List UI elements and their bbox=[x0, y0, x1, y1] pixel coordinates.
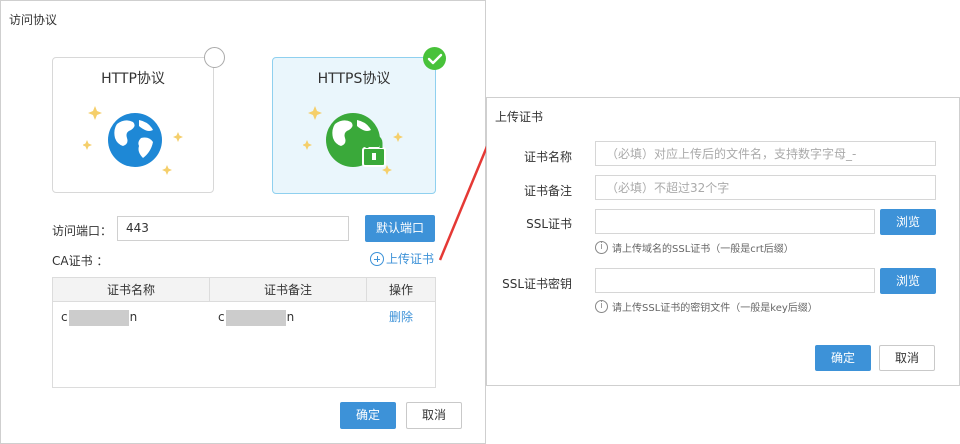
globe-icon bbox=[83, 106, 183, 175]
cert-table: 证书名称 证书备注 操作 cn cn 删除 bbox=[52, 277, 436, 388]
ca-cert-label: CA证书 ： bbox=[52, 254, 109, 268]
upload-cert-link[interactable]: 上传证书 bbox=[370, 250, 434, 267]
info-icon: i bbox=[595, 241, 608, 254]
redacted-block bbox=[68, 309, 129, 326]
https-selected-check-icon[interactable] bbox=[423, 47, 446, 70]
upload-cert-label: 上传证书 bbox=[386, 252, 435, 266]
http-protocol-card[interactable]: HTTP协议 bbox=[52, 57, 214, 193]
ssl-key-hint: i 请上传SSL证书的密钥文件（一般是key后缀） bbox=[595, 299, 818, 314]
cancel-button[interactable]: 取消 bbox=[406, 402, 462, 429]
cert-name-input[interactable] bbox=[595, 141, 936, 166]
cancel-button[interactable]: 取消 bbox=[879, 345, 935, 371]
table-header: 证书名称 证书备注 操作 bbox=[53, 278, 435, 302]
ssl-key-file-input[interactable] bbox=[595, 268, 875, 293]
cert-note-input[interactable] bbox=[595, 175, 936, 200]
redacted-block bbox=[225, 309, 286, 326]
protocol-name: HTTPS协议 bbox=[317, 71, 391, 87]
cert-note-cell: cn bbox=[218, 309, 295, 326]
ssl-key-browse-button[interactable]: 浏览 bbox=[880, 268, 936, 294]
dialog-title: 上传证书 bbox=[495, 110, 544, 124]
info-icon: i bbox=[595, 300, 608, 313]
upload-cert-dialog: 上传证书 证书名称 证书备注 SSL证书 浏览 i 请上传域名的SSL证书（一般… bbox=[486, 97, 960, 386]
ssl-cert-label: SSL证书 bbox=[526, 217, 572, 231]
ssl-key-label: SSL证书密钥 bbox=[502, 277, 572, 291]
confirm-button[interactable]: 确定 bbox=[340, 402, 396, 429]
secure-globe-icon bbox=[303, 106, 403, 175]
default-port-button[interactable]: 默认端口 bbox=[365, 215, 435, 242]
cert-name-cell: cn bbox=[61, 309, 138, 326]
column-header-name: 证书名称 bbox=[53, 278, 210, 301]
ssl-cert-hint: i 请上传域名的SSL证书（一般是crt后缀） bbox=[595, 240, 794, 255]
ssl-cert-file-input[interactable] bbox=[595, 209, 875, 234]
cert-name-label: 证书名称 bbox=[523, 150, 572, 164]
column-header-note: 证书备注 bbox=[210, 278, 367, 301]
https-protocol-card[interactable]: HTTPS协议 bbox=[272, 57, 436, 194]
dialog-title: 访问协议 bbox=[9, 13, 58, 27]
http-radio-unselected[interactable] bbox=[204, 47, 225, 68]
access-protocol-dialog: 访问协议 HTTP协议 HTTPS协议 访问端口： 443 默认端口 CA证书 … bbox=[0, 0, 486, 444]
delete-link[interactable]: 删除 bbox=[367, 302, 435, 332]
column-header-action: 操作 bbox=[388, 283, 413, 297]
confirm-button[interactable]: 确定 bbox=[815, 345, 871, 371]
ssl-cert-browse-button[interactable]: 浏览 bbox=[880, 209, 936, 235]
port-label: 访问端口： bbox=[52, 224, 113, 238]
add-circle-icon bbox=[370, 251, 384, 266]
table-row: cn cn 删除 bbox=[53, 302, 435, 332]
protocol-name: HTTP协议 bbox=[101, 71, 165, 87]
cert-note-label: 证书备注 bbox=[523, 184, 572, 198]
port-input[interactable]: 443 bbox=[117, 216, 349, 241]
